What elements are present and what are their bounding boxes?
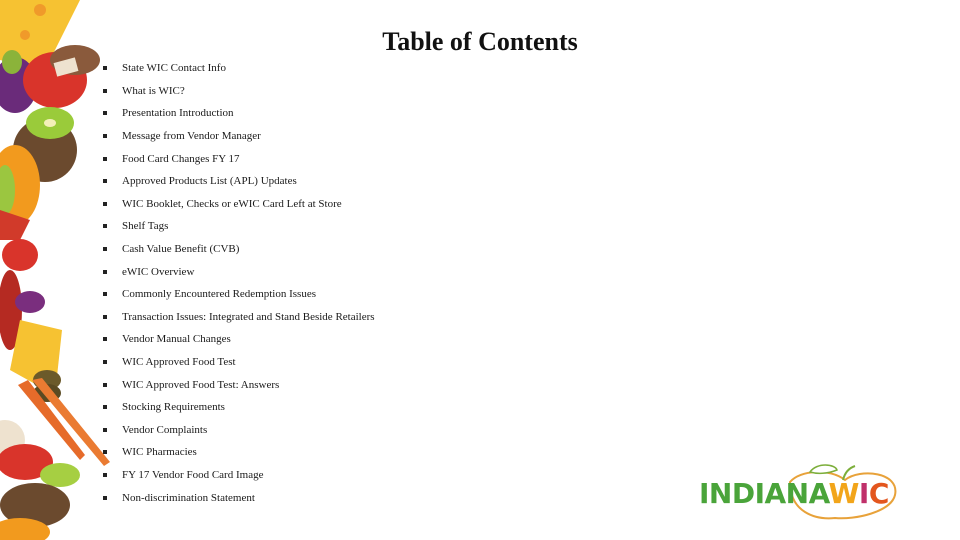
indiana-wic-logo: INDIANAWIC [695, 460, 925, 522]
bullet-icon [103, 427, 107, 432]
toc-item: What is WIC? [103, 80, 375, 103]
toc-item-label: WIC Booklet, Checks or eWIC Card Left at… [122, 197, 342, 210]
toc-item: Cash Value Benefit (CVB) [103, 238, 375, 261]
bullet-icon [103, 66, 107, 71]
logo-i-text: I [858, 477, 869, 510]
bullet-icon [103, 450, 107, 455]
logo-c-text: C [868, 477, 890, 510]
toc-item-label: Non-discrimination Statement [122, 491, 255, 504]
toc-item-label: Presentation Introduction [122, 107, 234, 120]
bullet-icon [103, 337, 107, 342]
toc-item: Approved Products List (APL) Updates [103, 170, 375, 193]
toc-item: Shelf Tags [103, 215, 375, 238]
bullet-icon [103, 405, 107, 410]
toc-item: Vendor Manual Changes [103, 328, 375, 351]
logo-wordmark: INDIANAWIC [699, 480, 889, 508]
bullet-icon [103, 179, 107, 184]
toc-item: Stocking Requirements [103, 396, 375, 419]
toc-item: Non-discrimination Statement [103, 486, 375, 509]
toc-item: Message from Vendor Manager [103, 125, 375, 148]
toc-item-label: Vendor Complaints [122, 423, 208, 436]
toc-item-label: eWIC Overview [122, 265, 195, 278]
bullet-icon [103, 495, 107, 500]
toc-item-label: Transaction Issues: Integrated and Stand… [122, 310, 375, 323]
bullet-icon [103, 224, 107, 229]
bullet-icon [103, 292, 107, 297]
bullet-icon [103, 156, 107, 161]
toc-item: eWIC Overview [103, 260, 375, 283]
toc-item: Commonly Encountered Redemption Issues [103, 283, 375, 306]
toc-item-label: Vendor Manual Changes [122, 333, 231, 346]
bullet-icon [103, 111, 107, 116]
toc-item: WIC Booklet, Checks or eWIC Card Left at… [103, 193, 375, 216]
bullet-icon [103, 382, 107, 387]
slide: Table of Contents State WIC Contact Info… [0, 0, 960, 540]
toc-list: State WIC Contact Info What is WIC? Pres… [103, 57, 375, 509]
toc-item-label: What is WIC? [122, 84, 185, 97]
toc-item: WIC Approved Food Test [103, 351, 375, 374]
toc-item: Transaction Issues: Integrated and Stand… [103, 306, 375, 329]
toc-item-label: Message from Vendor Manager [122, 130, 261, 143]
bullet-icon [103, 360, 107, 365]
toc-item: Presentation Introduction [103, 102, 375, 125]
plum-icon [15, 291, 45, 313]
toc-item: Food Card Changes FY 17 [103, 147, 375, 170]
toc-item-label: Shelf Tags [122, 220, 169, 233]
logo-w-text: W [828, 477, 860, 510]
bullet-icon [103, 472, 107, 477]
toc-item: FY 17 Vendor Food Card Image [103, 464, 375, 487]
toc-item-label: Commonly Encountered Redemption Issues [122, 288, 316, 301]
food-border-illustration [0, 0, 110, 540]
toc-item-label: FY 17 Vendor Food Card Image [122, 468, 264, 481]
bullet-icon [103, 134, 107, 139]
bullet-icon [103, 201, 107, 206]
toc-item: State WIC Contact Info [103, 57, 375, 80]
bullet-icon [103, 314, 107, 319]
toc-item-label: Stocking Requirements [122, 401, 225, 414]
toc-item-label: Cash Value Benefit (CVB) [122, 243, 240, 256]
toc-item: WIC Pharmacies [103, 441, 375, 464]
toc-item-label: WIC Approved Food Test [122, 356, 236, 369]
toc-item-label: WIC Approved Food Test: Answers [122, 378, 280, 391]
toc-item-label: WIC Pharmacies [122, 446, 197, 459]
toc-item: Vendor Complaints [103, 419, 375, 442]
bullet-icon [103, 269, 107, 274]
toc-item: WIC Approved Food Test: Answers [103, 373, 375, 396]
page-title: Table of Contents [382, 27, 578, 57]
toc-item-label: Approved Products List (APL) Updates [122, 175, 297, 188]
toc-item-label: State WIC Contact Info [122, 62, 226, 75]
bullet-icon [103, 88, 107, 93]
bullet-icon [103, 247, 107, 252]
toc-item-label: Food Card Changes FY 17 [122, 152, 240, 165]
logo-indiana-text: INDIANA [699, 477, 829, 510]
